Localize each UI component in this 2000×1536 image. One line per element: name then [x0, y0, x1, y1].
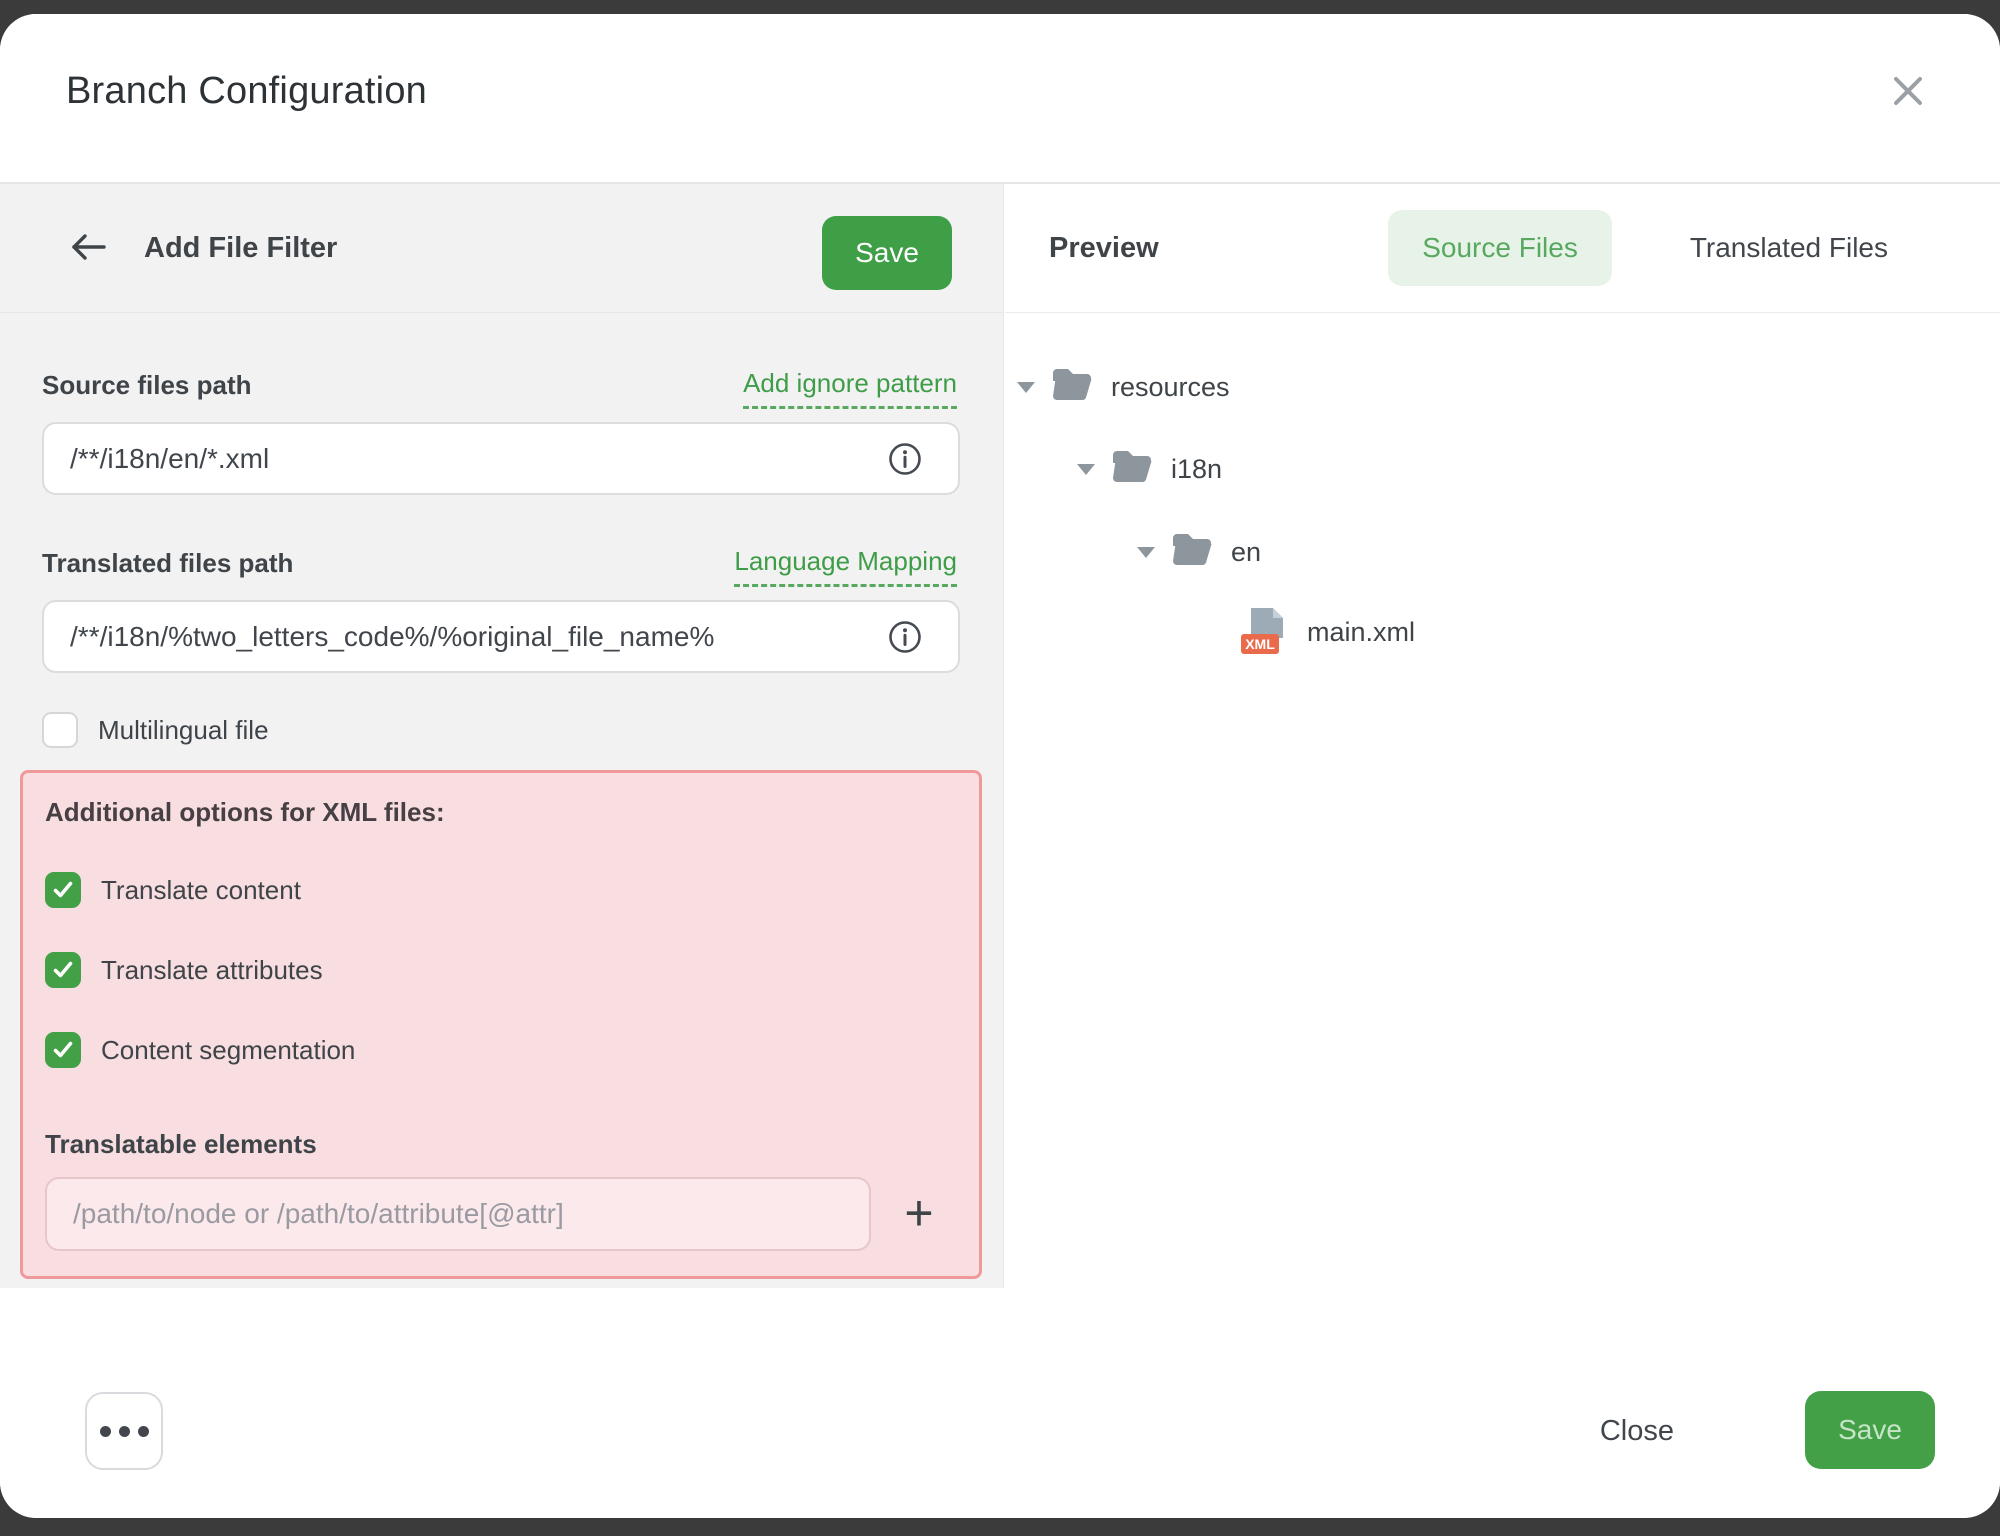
content-segmentation-label: Content segmentation	[101, 1035, 355, 1066]
folder-icon	[1111, 448, 1153, 491]
file-tree: resources i18n en	[1005, 313, 2000, 1302]
chevron-down-icon[interactable]	[1137, 547, 1155, 558]
tab-source-files[interactable]: Source Files	[1388, 210, 1612, 286]
tree-row-en[interactable]: en	[1137, 524, 1261, 580]
translatable-elements-input[interactable]	[45, 1177, 871, 1251]
folder-icon	[1171, 531, 1213, 574]
chevron-down-icon[interactable]	[1017, 382, 1035, 393]
page-title: Add File Filter	[144, 232, 337, 265]
translate-attributes-checkbox-row[interactable]: Translate attributes	[45, 952, 323, 988]
source-files-path-label: Source files path	[42, 370, 252, 401]
source-files-path-input[interactable]	[42, 422, 960, 495]
checkbox-checked-icon[interactable]	[45, 1032, 81, 1068]
more-options-button[interactable]	[85, 1392, 163, 1470]
xml-options-title: Additional options for XML files:	[45, 797, 445, 828]
tree-row-resources[interactable]: resources	[1017, 359, 1230, 415]
multilingual-file-label: Multilingual file	[98, 715, 269, 746]
modal-footer: Close Save	[0, 1288, 2000, 1518]
info-circle-icon[interactable]	[888, 442, 922, 476]
translated-files-path-label: Translated files path	[42, 548, 293, 579]
language-mapping-link[interactable]: Language Mapping	[734, 546, 957, 587]
checkbox-checked-icon[interactable]	[45, 952, 81, 988]
tree-label: resources	[1111, 372, 1230, 403]
info-circle-icon[interactable]	[888, 620, 922, 654]
close-modal-button[interactable]: Close	[1594, 1414, 1680, 1449]
close-button[interactable]	[1878, 62, 1938, 122]
tree-label: i18n	[1171, 454, 1222, 485]
ellipsis-icon	[100, 1426, 149, 1437]
xml-file-icon: XML	[1239, 606, 1289, 658]
chevron-down-icon[interactable]	[1077, 464, 1095, 475]
tab-translated-files[interactable]: Translated Files	[1656, 210, 1922, 286]
content-segmentation-checkbox-row[interactable]: Content segmentation	[45, 1032, 355, 1068]
tree-label: main.xml	[1307, 617, 1415, 648]
xml-badge-text: XML	[1245, 636, 1275, 652]
translate-content-label: Translate content	[101, 875, 301, 906]
save-filter-button[interactable]: Save	[822, 216, 952, 290]
preview-title: Preview	[1049, 232, 1159, 265]
arrow-left-icon	[68, 231, 108, 266]
tree-label: en	[1231, 537, 1261, 568]
translatable-elements-label: Translatable elements	[45, 1129, 317, 1160]
multilingual-file-checkbox-row[interactable]: Multilingual file	[42, 712, 269, 748]
x-icon	[1890, 73, 1926, 112]
translate-attributes-label: Translate attributes	[101, 955, 323, 986]
back-button[interactable]	[64, 224, 112, 272]
checkbox-unchecked-icon[interactable]	[42, 712, 78, 748]
modal-titlebar: Branch Configuration	[0, 14, 2000, 182]
plus-icon[interactable]: +	[893, 1181, 945, 1245]
translate-content-checkbox-row[interactable]: Translate content	[45, 872, 301, 908]
checkbox-checked-icon[interactable]	[45, 872, 81, 908]
file-filter-panel: Add File Filter Save Source files path A…	[0, 184, 1004, 1288]
tree-row-i18n[interactable]: i18n	[1077, 441, 1222, 497]
add-ignore-pattern-link[interactable]: Add ignore pattern	[743, 368, 957, 409]
save-modal-button[interactable]: Save	[1805, 1391, 1935, 1469]
branch-configuration-modal: Branch Configuration Add File F	[0, 14, 2000, 1518]
file-filter-header: Add File Filter Save	[0, 184, 1003, 313]
preview-header: Preview Source Files Translated Files	[1005, 184, 2000, 313]
translated-files-path-input[interactable]	[42, 600, 960, 673]
xml-options-panel: Additional options for XML files: Transl…	[20, 770, 982, 1279]
modal-title: Branch Configuration	[66, 70, 427, 113]
folder-icon	[1051, 366, 1093, 409]
tree-row-main-xml[interactable]: XML main.xml	[1239, 604, 1415, 660]
preview-tabs: Source Files Translated Files	[1388, 210, 1922, 286]
